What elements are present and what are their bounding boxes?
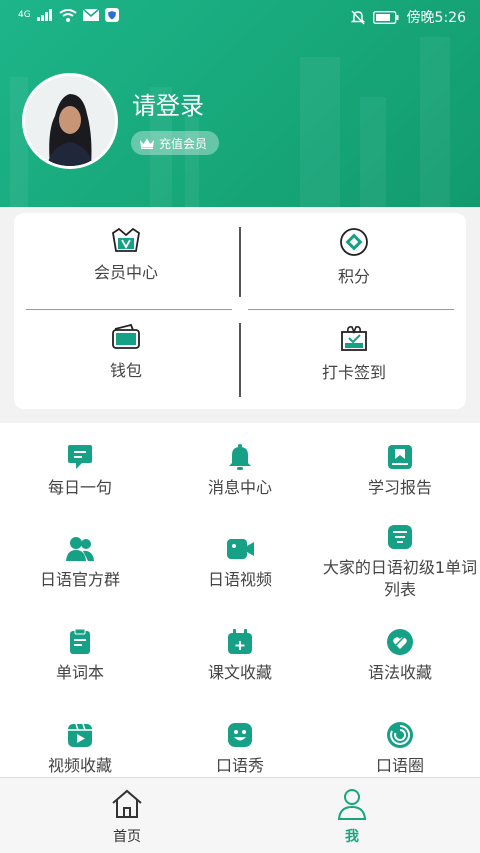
signal-icon (36, 9, 52, 21)
status-bar: 4G 傍晚5:26 (0, 0, 480, 34)
shield-icon (104, 8, 119, 22)
mute-bell-icon (350, 10, 365, 24)
nav-tab-label: 我 (345, 829, 359, 845)
feature-word-book[interactable]: 单词本 (0, 628, 160, 684)
recharge-vip-button[interactable]: 充值会员 (131, 131, 220, 155)
feature-grammar-favorites[interactable]: 语法收藏 (320, 628, 480, 684)
feature-message-center[interactable]: 消息中心 (160, 443, 320, 499)
calendar-add-icon (228, 629, 252, 654)
login-prompt[interactable]: 请登录 (132, 86, 204, 121)
feature-label: 学习报告 (367, 478, 432, 497)
feature-daily-sentence[interactable]: 每日一句 (0, 443, 160, 499)
feature-speaking-circle[interactable]: 口语圈 (320, 721, 480, 777)
wallet-icon (112, 323, 140, 349)
feature-label: 消息中心 (207, 478, 272, 497)
avatar[interactable] (22, 73, 118, 169)
feature-speaking-show[interactable]: 口语秀 (160, 721, 320, 777)
grid-item-label: 钱包 (109, 361, 142, 380)
crown-icon (140, 138, 154, 149)
quick-access-card: 会员中心 积分 钱包 打卡签到 (14, 213, 466, 409)
video-camera-icon (227, 539, 254, 559)
feature-label: 大家的日语初级1单词列表 (322, 558, 478, 599)
feature-label: 单词本 (55, 663, 104, 682)
decor-bar (10, 77, 28, 207)
heart-icon (387, 629, 413, 655)
group-icon (66, 537, 94, 561)
feature-text-favorites[interactable]: 课文收藏 (160, 628, 320, 684)
status-time: 傍晚5:26 (406, 10, 466, 26)
feature-label: 口语秀 (215, 756, 264, 775)
mail-icon (82, 9, 99, 21)
feature-grid: 每日一句 消息中心 学习报告 日语官方群 日语视频 大家的日语初级1单词列表 单… (0, 423, 480, 777)
feature-label: 日语官方群 (39, 570, 120, 589)
divider (248, 309, 454, 310)
grid-item-label: 打卡签到 (321, 363, 386, 382)
vip-basket-icon (112, 227, 140, 252)
decor-bar (300, 57, 340, 207)
person-icon (337, 789, 367, 820)
divider (239, 227, 241, 297)
battery-icon (372, 10, 399, 24)
grid-item-label: 会员中心 (93, 263, 158, 282)
feature-study-report[interactable]: 学习报告 (320, 443, 480, 499)
circle-ring-icon (387, 722, 413, 748)
chat-bubble-icon (68, 445, 92, 469)
feature-label: 语法收藏 (367, 663, 432, 682)
decor-bar (360, 97, 386, 207)
bell-icon (229, 444, 251, 470)
grid-item-points[interactable]: 积分 (244, 227, 464, 287)
network-label: 4G (18, 10, 31, 20)
video-play-icon (68, 723, 92, 747)
grid-item-checkin[interactable]: 打卡签到 (244, 323, 464, 383)
grid-item-vip-center[interactable]: 会员中心 (16, 227, 236, 283)
feature-label: 日语视频 (207, 570, 272, 589)
bottom-nav: 首页 我 (0, 777, 480, 853)
feature-label: 课文收藏 (207, 663, 272, 682)
grid-item-label: 积分 (337, 267, 370, 286)
list-icon (388, 525, 412, 549)
feature-label: 视频收藏 (47, 756, 112, 775)
feature-label: 每日一句 (47, 478, 112, 497)
feature-vocab-list[interactable]: 大家的日语初级1单词列表 (310, 523, 480, 601)
profile-header: 4G 傍晚5:26 请登录 充值会员 (0, 0, 480, 207)
recharge-vip-label: 充值会员 (159, 136, 208, 151)
home-icon (112, 789, 142, 818)
notebook-icon (70, 628, 90, 654)
divider (26, 309, 232, 310)
smile-face-icon (228, 723, 252, 747)
feature-japanese-video[interactable]: 日语视频 (160, 535, 320, 591)
grid-item-wallet[interactable]: 钱包 (16, 323, 236, 381)
checkin-gift-icon (341, 326, 367, 351)
feature-official-group[interactable]: 日语官方群 (0, 535, 160, 591)
nav-tab-label: 首页 (113, 829, 141, 845)
nav-tab-me[interactable]: 我 (292, 788, 412, 846)
feature-label: 口语圈 (375, 756, 424, 775)
decor-bar (420, 37, 450, 207)
nav-tab-home[interactable]: 首页 (67, 788, 187, 846)
divider (239, 323, 241, 397)
person-photo-icon (25, 76, 115, 166)
report-icon (388, 445, 412, 469)
feature-video-favorites[interactable]: 视频收藏 (0, 721, 160, 777)
points-coin-icon (340, 228, 368, 256)
wifi-icon (59, 8, 77, 22)
